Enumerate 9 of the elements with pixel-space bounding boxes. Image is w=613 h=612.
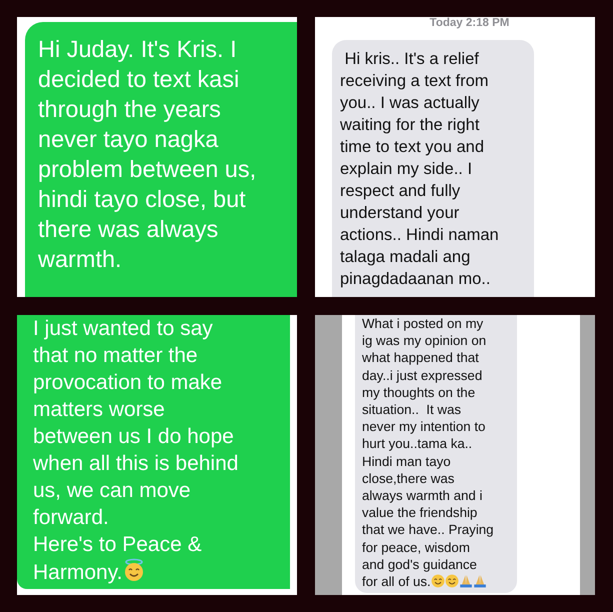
received-message-bubble: Hi kris.. It's a relief receiving a text from you.. I was actually waiting for the right time to text you and explain my side.. I respect and fully understand your actions.. Hindi naman talaga madali ang pinagdadaanan mo.. <box>332 40 534 297</box>
sent-message-bubble: I just wanted to say that no matter the provocation to make matters worse between us I do hope when all this is behind us, we can move forward. Here's to Peace & Harmony. <box>17 315 290 589</box>
praying-hands-icon <box>472 574 487 588</box>
sent-message-bubble: Hi Juday. It's Kris. I decided to text kasi through the years never tayo nagka problem between us, hindi tayo close, but there was always warmth. <box>25 22 297 297</box>
received-message-bubble: What i posted on my ig was my opinion on what happened that day..i just expressed my thoughts on the situation.. It was never my intention to hurt you..tama ka.. Hindi man tayo close,there was always warmth and i value the friendship that we have.. Praying for peace, wisdom and god's guidance for all of us. <box>355 315 517 594</box>
smiley-icon <box>430 574 445 588</box>
timestamp: Today 2:18 PM <box>430 17 510 30</box>
praying-hands-icon <box>458 574 473 588</box>
smiley-icon <box>444 574 459 588</box>
